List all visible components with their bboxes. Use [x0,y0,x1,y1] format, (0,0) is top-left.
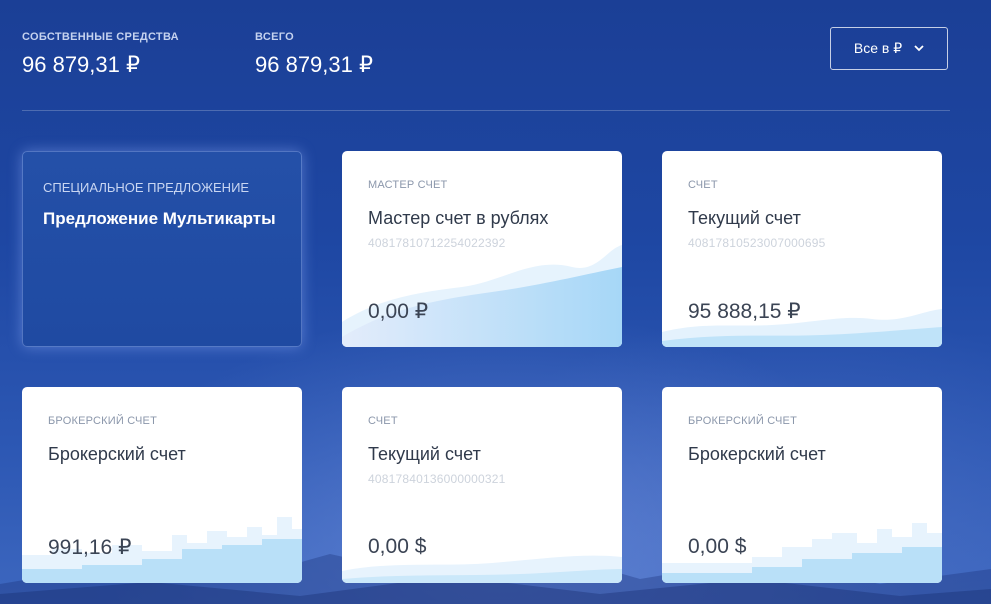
card-type: БРОКЕРСКИЙ СЧЕТ [688,415,798,427]
own-funds: СОБСТВЕННЫЕ СРЕДСТВА 96 879,31 ₽ [22,31,255,78]
currency-select-label: Все в ₽ [853,40,903,56]
balance-step-graphic [22,517,302,583]
account-balance: 991,16 ₽ [48,536,132,559]
account-balance: 0,00 ₽ [368,300,429,323]
total-value: 96 879,31 ₽ [255,52,373,77]
own-funds-label: СОБСТВЕННЫЕ СРЕДСТВА [22,31,179,43]
card-type: МАСТЕР СЧЕТ [368,179,448,191]
balance-step-graphic [662,523,942,583]
card-type: СЧЕТ [368,415,398,427]
account-card-brokerage-rub[interactable]: БРОКЕРСКИЙ СЧЕТ Брокерский счет 991,16 ₽ [22,387,302,583]
card-title: Брокерский счет [48,444,186,464]
account-balance: 95 888,15 ₽ [688,300,801,323]
account-card-current-usd[interactable]: СЧЕТ Текущий счет 40817840136000000321 0… [342,387,622,583]
card-title: Текущий счет [368,444,481,464]
currency-select[interactable]: Все в ₽ [830,27,948,70]
divider [22,110,950,111]
promo-card-multicard[interactable]: СПЕЦИАЛЬНОЕ ПРЕДЛОЖЕНИЕ Предложение Муль… [22,151,302,347]
card-title: Брокерский счет [688,444,826,464]
balance-wave-graphic [342,245,622,347]
card-title: Текущий счет [688,208,801,228]
account-balance: 0,00 $ [368,535,427,558]
card-title: Предложение Мультикарты [43,209,276,228]
card-type: СЧЕТ [688,179,718,191]
account-card-brokerage-usd[interactable]: БРОКЕРСКИЙ СЧЕТ Брокерский счет 0,00 $ [662,387,942,583]
balance-summary: СОБСТВЕННЫЕ СРЕДСТВА 96 879,31 ₽ ВСЕГО 9… [22,31,488,78]
card-title: Мастер счет в рублях [368,208,549,228]
card-type: СПЕЦИАЛЬНОЕ ПРЕДЛОЖЕНИЕ [43,180,250,195]
chevron-down-icon [914,45,924,52]
account-card-current-rub[interactable]: СЧЕТ Текущий счет 40817810523007000695 9… [662,151,942,347]
balance-wave-graphic [342,555,622,583]
total-label: ВСЕГО [255,31,294,43]
balance-wave-graphic [662,309,942,347]
total-funds: ВСЕГО 96 879,31 ₽ [255,31,488,78]
own-funds-value: 96 879,31 ₽ [22,52,140,77]
account-balance: 0,00 $ [688,535,747,558]
card-type: БРОКЕРСКИЙ СЧЕТ [48,415,158,427]
account-card-master[interactable]: МАСТЕР СЧЕТ Мастер счет в рублях 4081781… [342,151,622,347]
account-cards: СПЕЦИАЛЬНОЕ ПРЕДЛОЖЕНИЕ Предложение Муль… [22,151,942,587]
